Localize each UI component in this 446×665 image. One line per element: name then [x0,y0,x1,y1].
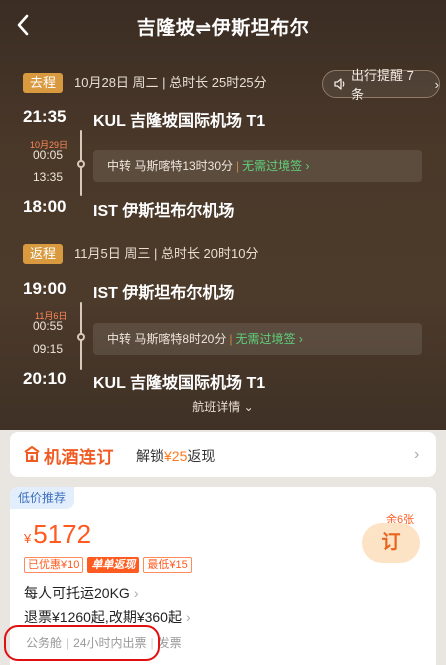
chevron-right-icon: › [133,585,139,601]
outbound-arrive-airport: IST 伊斯坦布尔机场 [93,203,235,220]
bundle-brand: 机酒连订 [44,448,114,467]
flight-details-label: 航班详情 [192,400,241,414]
chevron-right-icon: › [302,159,310,173]
chevron-right-icon: › [434,76,439,92]
cashback-badge: 单单返现 [87,557,140,573]
page-title: 吉隆坡⇌伊斯坦布尔 [136,18,310,39]
chevron-down-icon: ⌄ [243,400,254,414]
outbound-transfer-info[interactable]: 中转 马斯喀特13时30分 | 无需过境签 › [93,150,422,182]
chevron-right-icon: › [414,446,420,463]
discount-chip: 已优惠¥10 [24,557,84,573]
invoice-label: 发票 [157,636,182,650]
bundle-unlock-suffix: 返现 [187,448,216,464]
highlight-annotation [4,625,160,661]
outbound-stop-dot [77,160,85,168]
inbound-visa-note: 无需过境签 [235,332,296,346]
flight-summary-panel: 吉隆坡⇌伊斯坦布尔 去程 10月28日 周二 | 总时长 25时25分 出行提醒… [0,0,446,430]
fare-price: ¥5172 [24,519,91,550]
refund-change-info[interactable]: 退票¥1260起,改期¥360起 › [24,607,191,627]
outbound-visa-note: 无需过境签 [242,159,303,173]
inbound-arrive-time: 20:10 [23,369,67,388]
inbound-transfer-info[interactable]: 中转 马斯喀特8时20分 | 无需过境签 › [93,323,422,355]
baggage-info[interactable]: 每人可托运20KG › [24,583,138,603]
bundle-unlock-amount: ¥25 [164,448,188,464]
refund-text: 退票¥1260起,改期¥360起 [24,609,182,625]
inbound-stop-arrive: 00:55 [33,319,64,333]
outbound-meta: 10月28日 周二 | 总时长 25时25分 [74,75,267,90]
promo-chips: 已优惠¥10 单单返现 最低¥15 [24,557,192,573]
low-price-tag: 低价推荐 [10,487,75,509]
outbound-depart-time: 21:35 [23,107,67,126]
outbound-tag: 去程 [23,73,64,93]
currency-symbol: ¥ [24,531,32,546]
book-button[interactable]: 订 [362,523,420,563]
inbound-stop-dot [77,333,85,341]
inbound-depart-airport: IST 伊斯坦布尔机场 [93,285,235,302]
flight-hotel-bundle-card[interactable]: 机酒连订 解锁¥25返现 › [10,432,436,477]
outbound-depart-airport: KUL 吉隆坡国际机场 T1 [93,113,266,130]
flight-details-toggle[interactable]: 航班详情 ⌄ [0,398,446,415]
outbound-arrive-time: 18:00 [23,197,67,216]
outbound-stop-depart: 13:35 [33,170,64,184]
bundle-unlock-prefix: 解锁 [136,448,164,464]
outbound-transfer-text: 中转 马斯喀特13时30分 [107,159,234,173]
price-value: 5172 [33,519,92,549]
inbound-transfer-text: 中转 马斯喀特8时20分 [107,332,227,346]
cashback-min-chip: 最低¥15 [143,557,192,573]
inbound-meta: 11月5日 周三 | 总时长 20时10分 [74,246,259,261]
inbound-tag: 返程 [23,244,64,264]
baggage-text: 每人可托运20KG [24,585,130,601]
nav-bar: 吉隆坡⇌伊斯坦布尔 [0,0,446,50]
bundle-logo-icon [24,446,40,462]
chevron-right-icon: › [295,332,303,346]
outbound-stop-arrive: 00:05 [33,148,64,162]
travel-reminder-button[interactable]: 出行提醒 7条 › [322,68,440,102]
inbound-stop-depart: 09:15 [33,342,64,356]
travel-reminder-label: 出行提醒 7条 [350,68,414,102]
inbound-depart-time: 19:00 [23,279,67,298]
speaker-icon [334,78,345,90]
inbound-arrive-airport: KUL 吉隆坡国际机场 T1 [93,375,266,392]
bundle-unlock-text: 解锁¥25返现 [136,446,215,466]
chevron-right-icon: › [185,609,191,625]
